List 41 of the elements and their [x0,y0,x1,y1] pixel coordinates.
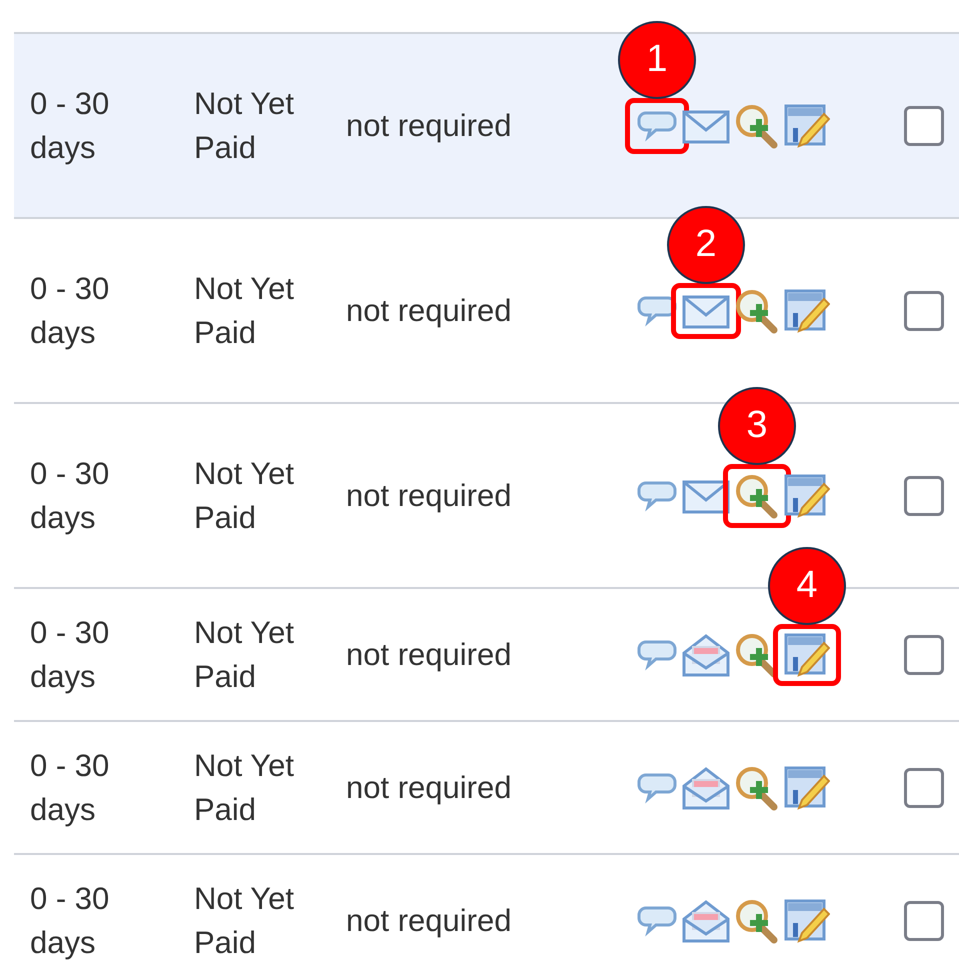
form-pencil-icon[interactable] [784,288,830,332]
table-cell: not required [346,902,512,938]
table-cell: not required [346,478,512,512]
table-cell-text: Not Yet Paid [194,614,295,696]
checkbox[interactable] [904,476,944,516]
form-pencil-icon[interactable] [784,898,830,942]
callout-badge: 1 [618,20,696,98]
callout-badge: 2 [667,206,745,284]
magnifier-plus-icon[interactable] [734,102,780,148]
form-pencil-icon[interactable] [784,474,830,518]
table-cell-text: Not Yet Paid [194,747,295,828]
table-cell: not required [346,292,512,328]
checkbox[interactable] [904,290,944,330]
magnifier-plus-icon[interactable] [734,472,780,518]
table-cell-text: 0 - 30 days [30,85,110,166]
checkbox[interactable] [904,106,944,146]
checkbox[interactable] [904,634,944,674]
callout-badge: 3 [718,386,796,464]
table-cell-text: Not Yet Paid [194,270,295,352]
checkbox[interactable] [904,768,944,808]
open-envelope-icon[interactable] [682,766,730,810]
form-pencil-icon[interactable] [784,104,830,148]
open-envelope-icon[interactable] [682,632,730,676]
checkbox[interactable] [904,900,944,940]
table-cell-text: 0 - 30 days [30,747,110,828]
table-cell-text: 0 - 30 days [30,455,110,536]
table-cell-text: Not Yet Paid [194,880,295,962]
table-cell: not required [346,636,512,672]
magnifier-plus-icon[interactable] [734,898,780,944]
table-cell: not required [346,108,512,142]
table-cell-text: Not Yet Paid [194,455,295,536]
form-pencil-icon[interactable] [784,632,830,676]
table-cell: not required [346,770,512,804]
table-cell-text: 0 - 30 days [30,880,110,962]
magnifier-plus-icon[interactable] [734,288,780,334]
table-cell-text: Not Yet Paid [194,85,295,166]
open-envelope-icon[interactable] [682,898,730,942]
table-cell-text: 0 - 30 days [30,270,110,352]
form-pencil-icon[interactable] [784,766,830,810]
magnifier-plus-icon[interactable] [734,764,780,810]
table-cell-text: 0 - 30 days [30,614,110,696]
